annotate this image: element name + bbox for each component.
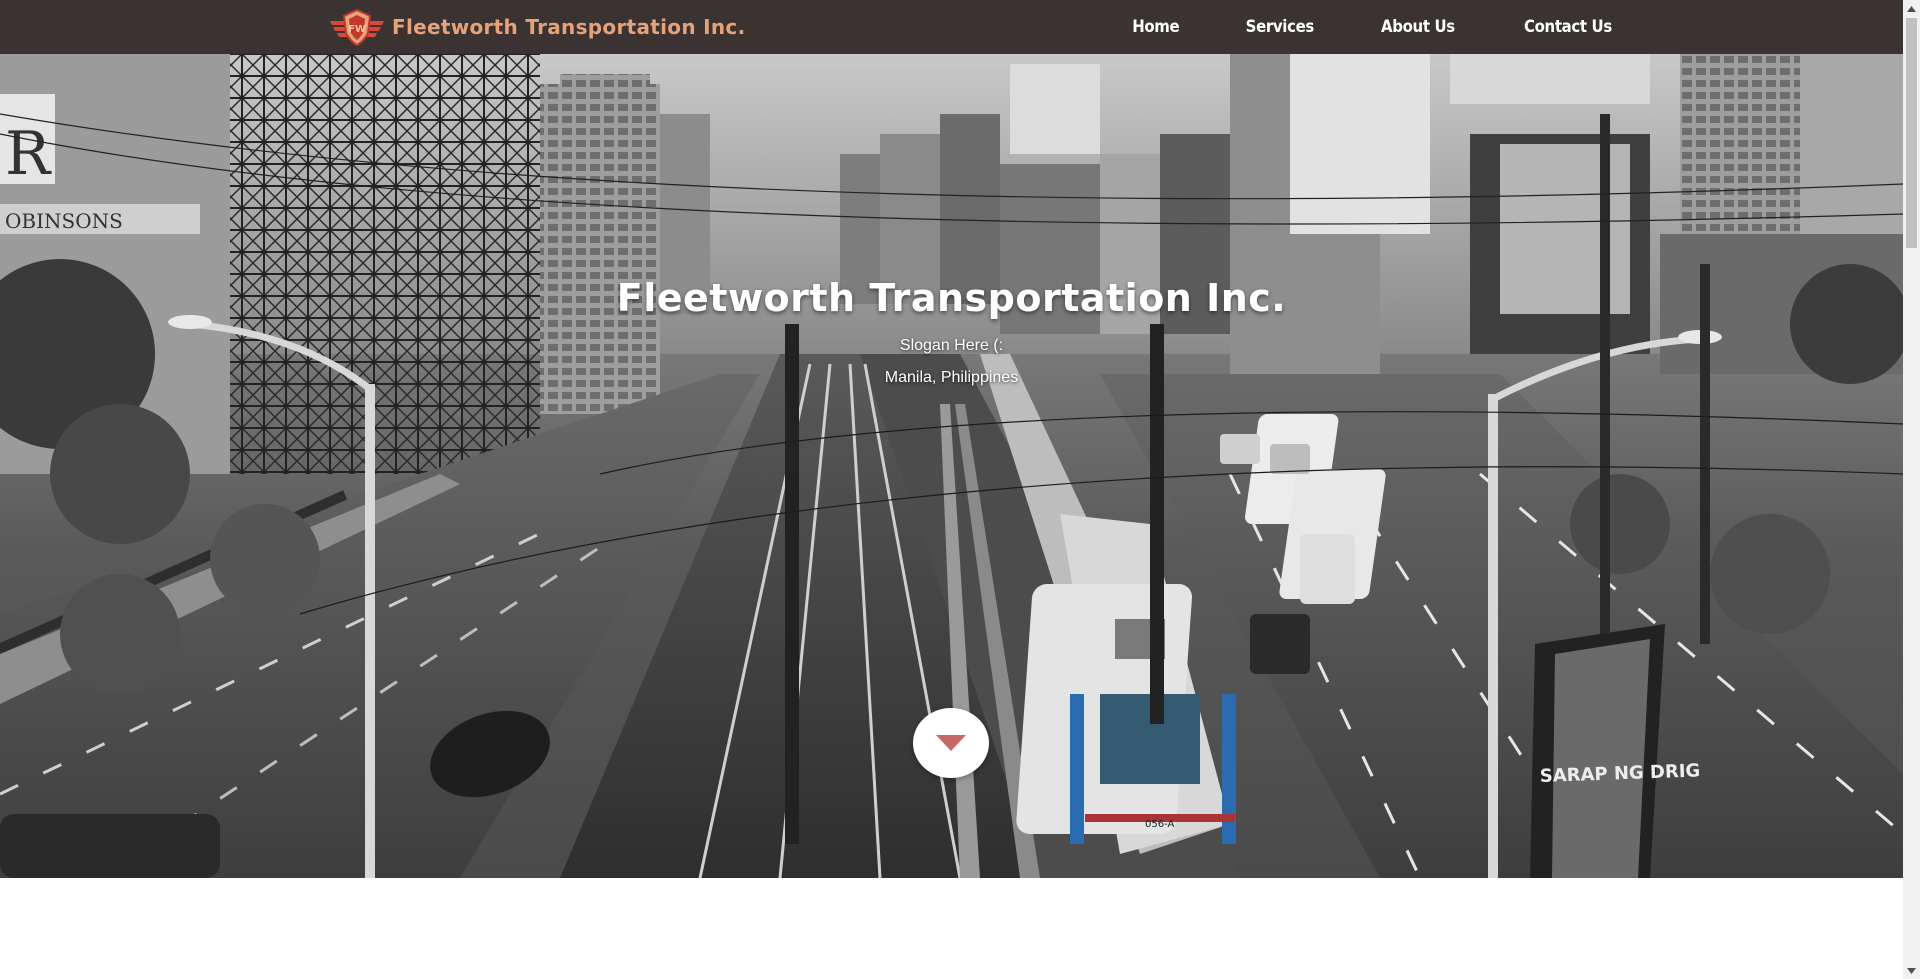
- hero-location: Manila, Philippines: [884, 369, 1019, 386]
- hero-section: R OBINSONS 056-A SARAP NG DRIG Fleetwort…: [0, 54, 1903, 878]
- navbar: FW Fleetworth Transportation Inc. Home S…: [0, 0, 1903, 54]
- svg-text:056-A: 056-A: [1145, 819, 1174, 830]
- page: FW Fleetworth Transportation Inc. Home S…: [0, 0, 1920, 979]
- content-area: [0, 878, 1903, 979]
- vertical-scrollbar[interactable]: [1903, 0, 1920, 979]
- scroll-up-arrow-icon[interactable]: [1903, 0, 1920, 17]
- hero-title: Fleetworth Transportation Inc.: [616, 276, 1287, 320]
- svg-text:OBINSONS: OBINSONS: [5, 209, 123, 233]
- scrollbar-thumb[interactable]: [1906, 18, 1917, 248]
- caret-down-icon: [936, 735, 966, 751]
- svg-text:FW: FW: [348, 24, 366, 35]
- svg-text:R: R: [5, 119, 52, 189]
- scroll-down-button[interactable]: [913, 708, 989, 778]
- fleetworth-logo-icon: FW: [330, 8, 384, 47]
- main-nav: Home Services About Us Contact Us: [1100, 0, 1647, 54]
- hero-slogan: Slogan Here (:: [899, 337, 1004, 354]
- brand-link[interactable]: FW Fleetworth Transportation Inc.: [328, 4, 745, 50]
- nav-link-services[interactable]: Services: [1245, 17, 1314, 37]
- nav-link-about-us[interactable]: About Us: [1381, 17, 1455, 37]
- brand-name: Fleetworth Transportation Inc.: [392, 15, 746, 39]
- nav-link-home[interactable]: Home: [1132, 17, 1179, 37]
- nav-link-contact-us[interactable]: Contact Us: [1524, 17, 1612, 37]
- scroll-down-arrow-icon[interactable]: [1903, 962, 1920, 979]
